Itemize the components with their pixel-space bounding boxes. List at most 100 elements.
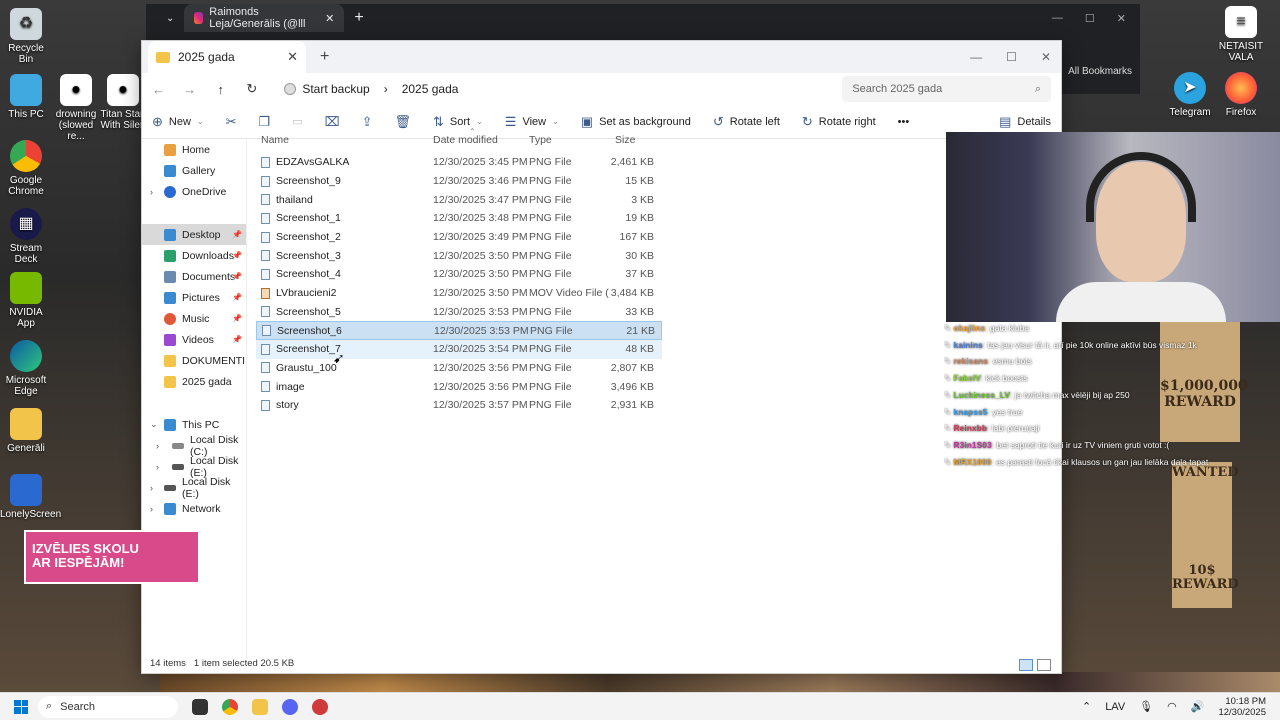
nav-item-downloads[interactable]: Downloads 📌	[142, 245, 246, 266]
column-header-name[interactable]: Name	[256, 134, 433, 146]
file-row[interactable]: Screenshot_4 12/30/2025 3:50 PM PNG File 37…	[256, 265, 662, 284]
rotate-left-button[interactable]: ↺ Rotate left	[713, 114, 780, 130]
file-row[interactable]: story 12/30/2025 3:57 PM PNG File 2,931 KB	[256, 396, 662, 415]
set-background-button[interactable]: ▣ Set as background	[581, 114, 691, 130]
clock[interactable]: 10:18 PM 12/30/2025	[1218, 696, 1266, 718]
chrome-icon[interactable]	[222, 698, 238, 715]
maximize-button[interactable]: ☐	[1006, 50, 1017, 64]
chevron-right-icon[interactable]: ›	[156, 462, 159, 472]
close-icon[interactable]: ✕	[287, 49, 298, 65]
maximize-button[interactable]: ☐	[1085, 12, 1095, 25]
desktop-icon-firefox[interactable]: Firefox	[1216, 72, 1266, 118]
desktop-icon-titan[interactable]: ● Titan Stan With Silen	[100, 74, 146, 131]
new-tab-button[interactable]: +	[320, 48, 329, 66]
chevron-right-icon[interactable]: ›	[150, 483, 153, 493]
back-arrow-icon[interactable]: ←	[152, 82, 165, 97]
desktop-icon-chrome[interactable]: Google Chrome	[0, 140, 52, 197]
volume-icon[interactable]: 🔊	[1191, 700, 1205, 713]
chevron-right-icon[interactable]: ›	[150, 187, 153, 197]
desktop-icon-edge[interactable]: Microsoft Edge	[0, 340, 52, 397]
column-header-size[interactable]: Size	[609, 134, 654, 146]
nav-item-music[interactable]: Music 📌	[142, 308, 246, 329]
nav-item-this-pc[interactable]: ⌄ This PC	[142, 414, 246, 435]
desktop-icon-lonelyscreen[interactable]: LonelyScreen	[0, 474, 61, 520]
discord-icon[interactable]	[282, 698, 298, 715]
close-button[interactable]: ✕	[1117, 12, 1126, 25]
lang-indicator[interactable]: LAV	[1105, 701, 1125, 713]
view-button[interactable]: ☰ View ⌄	[505, 114, 559, 130]
nav-item-documents[interactable]: Documents 📌	[142, 266, 246, 287]
task-view-icon[interactable]	[192, 698, 208, 715]
nav-item-home[interactable]: Home	[142, 139, 246, 160]
desktop-icon-recycle-bin[interactable]: ♻ Recycle Bin	[0, 8, 52, 65]
nav-item-desktop[interactable]: Desktop 📌	[142, 224, 246, 245]
nav-item-onedrive[interactable]: › OneDrive	[142, 181, 246, 202]
browser-tab[interactable]: Raimonds Leja/Generālis (@lll ✕	[184, 4, 345, 32]
up-arrow-icon[interactable]: ↑	[214, 82, 227, 97]
close-button[interactable]: ✕	[1041, 50, 1051, 64]
thumbnail-view-button[interactable]	[1037, 659, 1051, 671]
chevron-down-icon[interactable]: ⌄	[166, 13, 174, 24]
column-header-date[interactable]: Date modified	[433, 134, 529, 146]
rename-button[interactable]: ⌧	[325, 114, 340, 130]
chevron-right-icon[interactable]: ›	[384, 82, 388, 96]
desktop-icon-this-pc[interactable]: This PC	[0, 74, 52, 120]
chevron-up-icon[interactable]: ⌃	[1082, 700, 1091, 713]
cut-button[interactable]: ✂	[226, 114, 237, 130]
file-row[interactable]: thailand 12/30/2025 3:47 PM PNG File 3 KB	[256, 190, 662, 209]
nav-item-gallery[interactable]: Gallery	[142, 160, 246, 181]
file-row[interactable]: Screenshot_1 12/30/2025 3:48 PM PNG File 19…	[256, 209, 662, 228]
file-row[interactable]: Screenshot_5 12/30/2025 3:53 PM PNG File 33…	[256, 303, 662, 322]
forward-arrow-icon[interactable]: →	[183, 82, 196, 97]
desktop-icon-generali[interactable]: Generāli	[0, 408, 52, 454]
minimize-button[interactable]: —	[970, 50, 982, 64]
file-row[interactable]: LVbraucieni2 12/30/2025 3:50 PM MOV Video …	[256, 284, 662, 303]
file-row[interactable]: Screenshot_9 12/30/2025 3:46 PM PNG File 15…	[256, 172, 662, 191]
file-row[interactable]: image 12/30/2025 3:56 PM PNG File 3,496 KB	[256, 377, 662, 396]
chevron-right-icon[interactable]: ›	[156, 441, 159, 451]
desktop-icon-stream-deck[interactable]: ▦ Stream Deck	[0, 208, 52, 265]
paste-button[interactable]: ▭	[292, 115, 302, 128]
nav-item-network[interactable]: › Network	[142, 498, 246, 519]
file-row[interactable]: Screenshot_7 12/30/2025 3:54 PM PNG File 48…	[256, 339, 662, 359]
desktop-icon-telegram[interactable]: ➤ Telegram	[1164, 72, 1216, 118]
desktop-icon-netaisit-vala[interactable]: ≡ NETAISIT VALA	[1216, 6, 1266, 63]
windows-start-icon[interactable]	[14, 699, 28, 714]
taskbar-search[interactable]: ⌕ Search	[38, 695, 178, 718]
explorer-tab[interactable]: 2025 gada ✕	[148, 41, 306, 73]
search-input[interactable]: Search 2025 gada ⌕	[842, 76, 1051, 102]
share-button[interactable]: ⇪	[362, 114, 373, 130]
nav-item-2025-gada[interactable]: 2025 gada	[142, 371, 246, 392]
nav-item-local-disk-e[interactable]: › Local Disk (E:)	[142, 455, 246, 479]
all-bookmarks[interactable]: All Bookmarks	[1068, 66, 1132, 77]
chevron-right-icon[interactable]: ›	[150, 504, 153, 514]
new-button[interactable]: ⊕ New ⌄	[152, 114, 204, 130]
file-row[interactable]: Screenshot_3 12/30/2025 3:50 PM PNG File 30…	[256, 246, 662, 265]
breadcrumb-start-backup[interactable]: Start backup	[284, 82, 370, 96]
rotate-right-button[interactable]: ↻ Rotate right	[802, 114, 876, 130]
desktop-icon-drowning[interactable]: ● drowning (slowed re...	[50, 74, 102, 142]
nav-item-videos[interactable]: Videos 📌	[142, 329, 246, 350]
app-icon[interactable]	[312, 698, 328, 715]
file-row[interactable]: Graustu_100 12/30/2025 3:56 PM PNG File 2,8…	[256, 359, 662, 378]
chevron-down-icon[interactable]: ⌄	[150, 419, 158, 430]
more-options-button[interactable]: •••	[898, 116, 910, 128]
file-row[interactable]: EDZAvsGALKA 12/30/2025 3:45 PM PNG File 2,4…	[256, 153, 662, 172]
nav-item-local-disk-e-2[interactable]: › Local Disk (E:)	[142, 476, 246, 500]
refresh-icon[interactable]: ↻	[245, 81, 258, 97]
details-view-button[interactable]	[1019, 659, 1033, 671]
close-icon[interactable]: ✕	[325, 12, 334, 25]
file-explorer-icon[interactable]	[252, 698, 268, 715]
column-header-type[interactable]: Type	[529, 134, 609, 146]
breadcrumb-current-folder[interactable]: 2025 gada	[402, 82, 459, 96]
delete-button[interactable]: 🗑	[394, 114, 411, 130]
new-tab-button[interactable]: +	[354, 9, 363, 27]
file-row[interactable]: Screenshot_6 12/30/2025 3:53 PM PNG File 21…	[256, 321, 662, 340]
details-button[interactable]: ▤ Details	[999, 114, 1051, 130]
nav-item-dokumenti[interactable]: DOKUMENTI	[142, 350, 246, 371]
nav-item-pictures[interactable]: Pictures 📌	[142, 287, 246, 308]
nav-item-local-disk-c[interactable]: › Local Disk (C:)	[142, 434, 246, 458]
minimize-button[interactable]: —	[1052, 12, 1063, 25]
copy-button[interactable]: ❐	[259, 114, 271, 130]
wifi-icon[interactable]: ◠	[1167, 700, 1177, 713]
